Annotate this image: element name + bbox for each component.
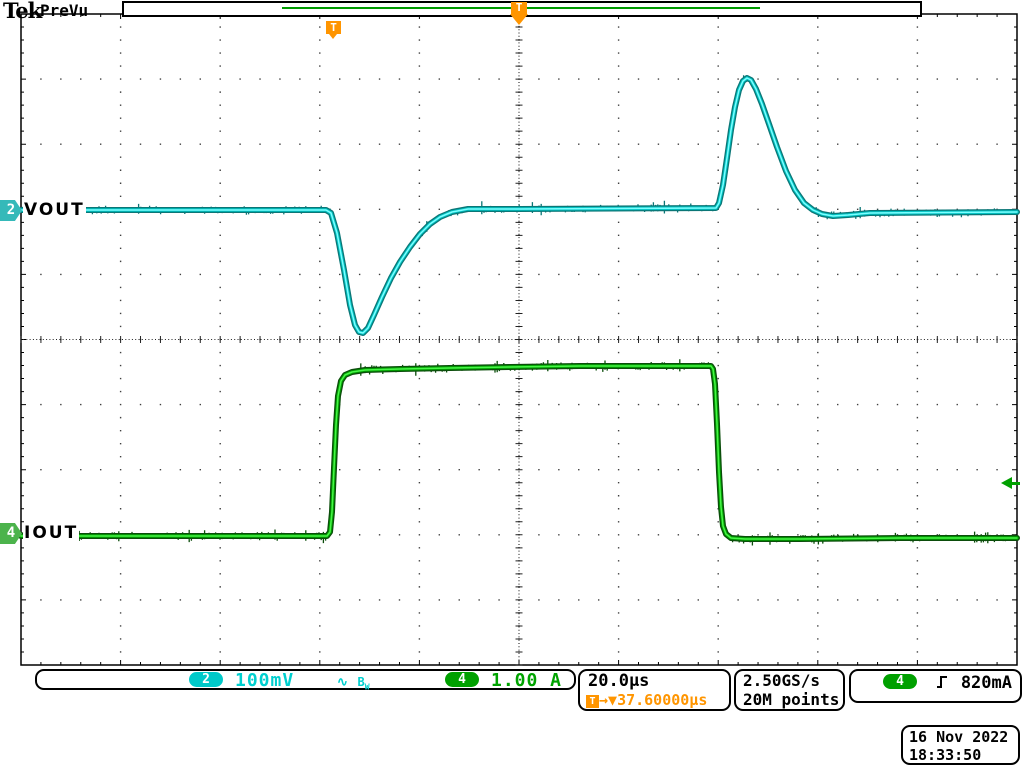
trigger-level-arrow-tail <box>1011 482 1020 485</box>
date-readout: 16 Nov 2022 <box>909 728 1012 746</box>
datetime-box[interactable]: 16 Nov 2022 18:33:50 <box>901 725 1020 765</box>
acquisition-mode-label: PreVu <box>40 1 88 20</box>
timebase-readout-box[interactable]: 20.0µs T→▼37.60000µs <box>578 669 731 711</box>
delay-trigger-icon: T <box>586 695 599 708</box>
record-length-readout: 20M points <box>743 690 839 709</box>
timebase-scale-readout[interactable]: 20.0µs <box>588 671 649 691</box>
ch2-readout-badge[interactable]: 2 <box>189 672 223 687</box>
channel2-waveform-label: VOUT <box>23 200 86 220</box>
ch4-scale-readout[interactable]: 1.00 A <box>491 670 562 691</box>
acquisition-readout-box[interactable]: 2.50GS/s 20M points <box>734 669 845 711</box>
ch2-scale-readout[interactable]: 100mV <box>235 670 294 691</box>
ac-coupling-icon: ∿ <box>337 675 348 690</box>
delay-arrows-icon: →▼ <box>599 691 617 709</box>
trigger-readout-box[interactable]: 4 820mA <box>849 669 1022 703</box>
trigger-level-arrow-icon[interactable] <box>1001 477 1020 490</box>
rising-edge-icon <box>936 674 950 690</box>
ch4-readout-badge[interactable]: 4 <box>445 672 479 687</box>
trigger-level-readout: 820mA <box>961 673 1012 693</box>
graticule-and-traces <box>0 0 1024 768</box>
record-trigger-marker-icon[interactable]: T <box>511 2 527 14</box>
channel4-waveform-label: IOUT <box>23 523 79 543</box>
ch2-indicator-icons: ∿ BW <box>337 671 370 691</box>
expansion-point-arrow-icon[interactable] <box>510 14 528 25</box>
oscilloscope-screen: Tek PreVu T T 2 VOUT 4 IOUT 2 100mV ∿ BW… <box>0 0 1024 768</box>
delay-value: 37.60000µs <box>617 691 707 709</box>
channel-readout-box[interactable]: 2 100mV ∿ BW 4 1.00 A <box>35 669 576 690</box>
trigger-point-pin-icon[interactable]: T <box>326 21 341 34</box>
time-readout: 18:33:50 <box>909 746 1012 764</box>
delay-readout[interactable]: T→▼37.60000µs <box>586 691 707 709</box>
trigger-source-badge: 4 <box>883 674 917 689</box>
tek-logo: Tek <box>3 0 41 23</box>
bandwidth-limit-icon: BW <box>358 675 370 689</box>
sample-rate-readout: 2.50GS/s <box>743 671 820 690</box>
